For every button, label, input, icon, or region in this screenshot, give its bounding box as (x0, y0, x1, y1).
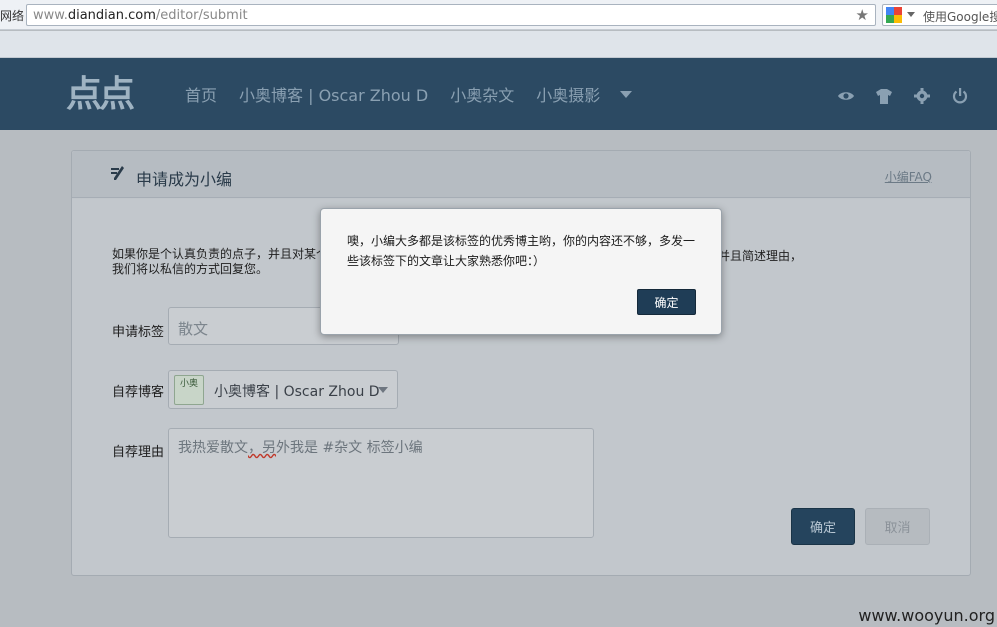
google-icon (886, 7, 902, 23)
reason-label: 自荐理由 (112, 445, 165, 460)
bookmark-bar (0, 31, 997, 58)
cancel-button[interactable]: 取消 (865, 508, 930, 545)
search-box[interactable]: 使用Google搜 (882, 4, 997, 26)
nav-photography[interactable]: 小奥摄影 (536, 82, 600, 106)
logo-text: 点点 (66, 74, 135, 115)
page-title: 申请成为小编 (136, 170, 233, 189)
submit-button[interactable]: 确定 (791, 508, 855, 545)
blog-switcher-chevron-down-icon[interactable] (620, 90, 633, 98)
tag-value: 散文 (178, 320, 209, 338)
intro-line-1: 如果你是个认真负责的点子，并且对某个 (112, 247, 329, 261)
bookmark-star-icon[interactable]: ★ (856, 6, 869, 24)
reason-value: 我热爱散文，另外我是 #杂文 标签小编 (178, 440, 423, 456)
site-header: 点点 首页 小奥博客 | Oscar Zhou D 小奥杂文 小奥摄影 (0, 58, 997, 130)
alert-ok-button[interactable]: 确定 (637, 289, 696, 315)
main-nav: 首页 小奥博客 | Oscar Zhou D 小奥杂文 小奥摄影 (185, 58, 633, 130)
search-placeholder[interactable]: 使用Google搜 (923, 8, 997, 25)
nav-essays[interactable]: 小奥杂文 (450, 82, 514, 106)
blog-select[interactable]: 小奥 小奥博客 | Oscar Zhou D (168, 370, 398, 409)
blog-avatar: 小奥 (174, 375, 204, 405)
edit-icon (111, 166, 124, 180)
tshirt-icon[interactable] (875, 88, 893, 104)
chevron-down-icon (378, 387, 388, 393)
nav-blog[interactable]: 小奥博客 | Oscar Zhou D (239, 82, 428, 106)
address-bar[interactable]: www.diandian.com/editor/submit ★ (26, 4, 876, 26)
eye-icon[interactable] (837, 88, 855, 104)
reason-textarea[interactable]: 我热爱散文，另外我是 #杂文 标签小编 (168, 428, 594, 538)
tag-label: 申请标签 (112, 325, 165, 340)
blog-label: 自荐博客 (112, 385, 165, 400)
blog-select-value: 小奥博客 | Oscar Zhou D (214, 384, 380, 400)
intro-line-2: 我们将以私信的方式回复您。 (112, 262, 269, 276)
watermark-text: www.wooyun.org (858, 606, 995, 625)
header-actions (837, 88, 969, 104)
panel-header: 申请成为小编 小编FAQ (72, 151, 970, 198)
browser-toolbar: 网络 www.diandian.com/editor/submit ★ 使用Go… (0, 0, 997, 30)
alert-dialog: 噢，小编大多都是该标签的优秀博主哟，你的内容还不够，多发一些该标签下的文章让大家… (320, 208, 722, 335)
power-icon[interactable] (951, 88, 969, 104)
intro-text: 如果你是个认真负责的点子，并且对某个 我们将以私信的方式回复您。 (112, 247, 328, 277)
faq-link[interactable]: 小编FAQ (885, 168, 932, 185)
gear-icon[interactable] (913, 88, 931, 104)
intro-line-1-tail: 并且简述理由， (718, 249, 803, 263)
site-logo[interactable]: 点点 (66, 68, 135, 115)
search-engine-dropdown-icon[interactable] (907, 12, 915, 17)
alert-message: 噢，小编大多都是该标签的优秀博主哟，你的内容还不够，多发一些该标签下的文章让大家… (347, 234, 696, 268)
nav-home[interactable]: 首页 (185, 82, 217, 106)
toolbar-stub-text: 网络 (0, 9, 25, 23)
address-text[interactable]: www.diandian.com/editor/submit (33, 8, 248, 23)
